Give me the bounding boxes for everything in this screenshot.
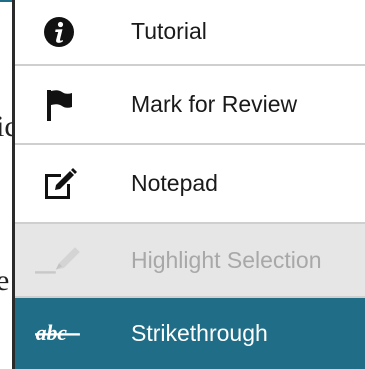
page-accent-line [0,0,12,2]
svg-text:abc: abc [36,321,68,345]
menu-item-mark-for-review[interactable]: Mark for Review [15,66,365,145]
menu-item-label: Tutorial [131,18,207,44]
menu-item-label: Strikethrough [131,320,268,346]
menu-item-notepad[interactable]: Notepad [15,145,365,224]
screen: ic e Tutorial Mark for Review Notepad Hi… [0,0,365,369]
menu-item-label: Mark for Review [131,91,298,117]
flag-icon [35,81,83,129]
tools-dropdown-menu: Tutorial Mark for Review Notepad Highlig… [12,0,365,369]
strikethrough-abc-icon: abc [35,310,83,358]
edit-note-icon [35,160,83,208]
menu-item-label: Highlight Selection [131,246,322,273]
background-text-fragment: e [0,264,10,297]
menu-item-label: Notepad [131,170,218,196]
menu-item-tutorial[interactable]: Tutorial [15,0,365,66]
menu-item-highlight-selection: Highlight Selection [15,224,365,298]
highlighter-icon [35,236,83,284]
info-circle-icon [35,8,83,56]
menu-item-strikethrough[interactable]: abc Strikethrough [15,298,365,369]
